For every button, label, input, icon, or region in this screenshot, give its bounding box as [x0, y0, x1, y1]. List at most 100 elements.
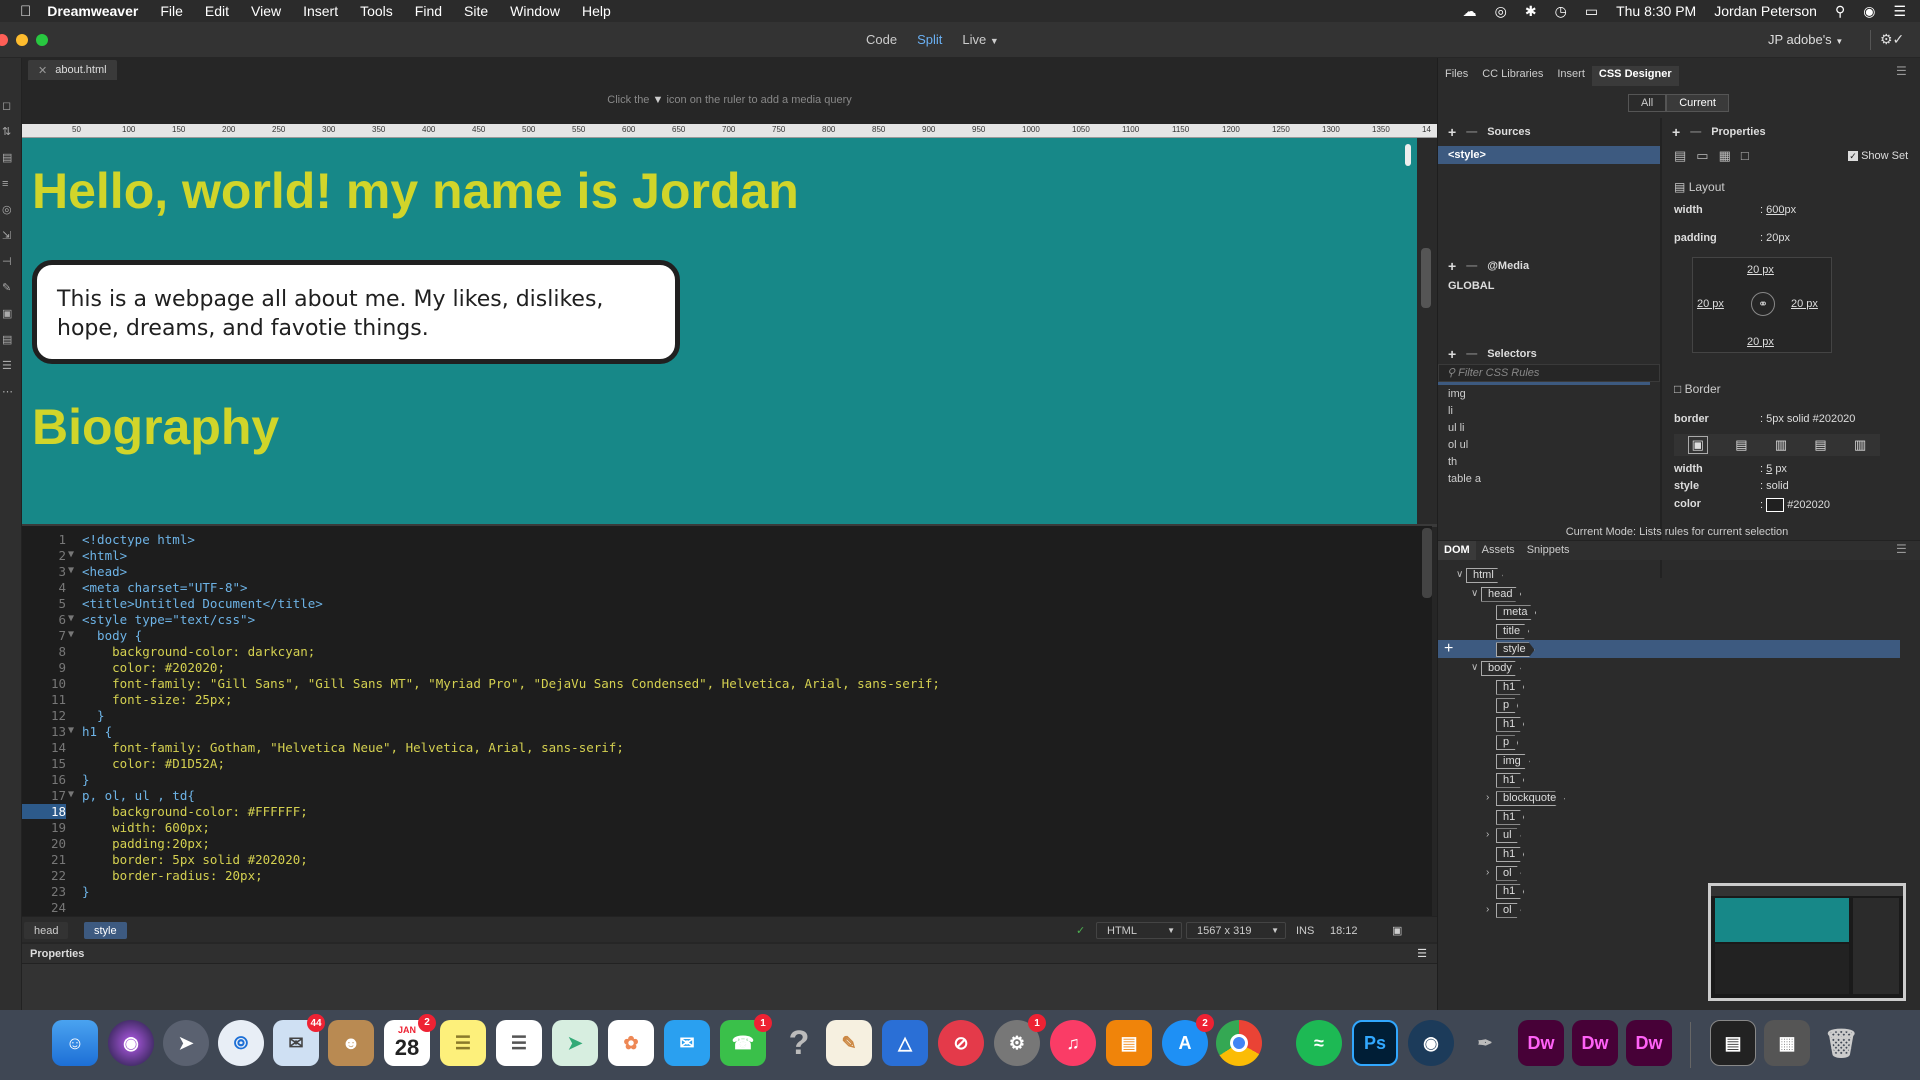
line-number[interactable]: 1	[22, 532, 66, 547]
line-number[interactable]: 15	[22, 756, 66, 771]
dreamweaver-icon-1[interactable]: Dw	[1518, 1020, 1564, 1066]
fold-toggle-icon[interactable]: ▼	[68, 725, 74, 736]
filter-css-input[interactable]: ⚲ Filter CSS Rules	[1438, 364, 1660, 382]
chevron-down-icon[interactable]: ∨	[1471, 588, 1478, 599]
list-icon[interactable]: ☰	[2, 353, 13, 379]
border-value[interactable]: : 5px solid #202020	[1760, 413, 1855, 425]
doc-scroll-thumb[interactable]	[1421, 248, 1431, 308]
layout-category-icon[interactable]: ▤	[1674, 148, 1686, 164]
border-bottom-icon[interactable]: ▤	[1814, 437, 1826, 453]
no-errors-icon[interactable]: ✓	[1066, 922, 1095, 939]
dom-panel-menu-icon[interactable]: ☰	[1896, 542, 1907, 556]
live-scroll-track[interactable]	[1417, 138, 1437, 524]
line-number[interactable]: 20	[22, 836, 66, 851]
dom-node[interactable]: head	[1481, 586, 1522, 602]
properties-panel-header[interactable]: Properties ☰	[22, 944, 1437, 964]
launchpad-icon[interactable]: ➤	[163, 1020, 209, 1066]
dom-node[interactable]: title	[1496, 623, 1530, 639]
line-number[interactable]: 4	[22, 580, 66, 595]
keynote-icon[interactable]: △	[882, 1020, 928, 1066]
add-media-icon[interactable]: +	[1448, 258, 1456, 274]
padding-left[interactable]: 20 px	[1697, 298, 1724, 310]
indent-icon[interactable]: ≡	[2, 171, 13, 197]
code-line[interactable]: }	[82, 884, 90, 899]
chevron-right-icon[interactable]: ›	[1486, 829, 1489, 840]
line-number[interactable]: 21	[22, 852, 66, 867]
dom-node[interactable]: ol	[1496, 902, 1521, 918]
app-store-icon[interactable]: A2	[1162, 1014, 1214, 1066]
line-number[interactable]: 9	[22, 660, 66, 675]
more-tools-icon[interactable]: ⋯	[2, 379, 13, 405]
code-line[interactable]: p, ol, ul , td{	[82, 788, 195, 803]
fold-toggle-icon[interactable]: ▼	[68, 629, 74, 640]
fold-toggle-icon[interactable]: ▼	[68, 613, 74, 624]
padding-bottom[interactable]: 20 px	[1747, 336, 1774, 348]
source-style[interactable]: <style>	[1438, 146, 1660, 164]
line-number[interactable]: 10	[22, 676, 66, 691]
code-line[interactable]: border: 5px solid #202020;	[82, 852, 308, 867]
media-global[interactable]: GLOBAL	[1448, 280, 1494, 292]
border-right-icon[interactable]: ▥	[1775, 437, 1787, 453]
chevron-down-icon[interactable]: ∨	[1471, 662, 1478, 673]
code-line[interactable]: }	[82, 708, 105, 723]
split-view-button[interactable]: Split	[917, 32, 942, 47]
selector-item[interactable]: ul li	[1448, 422, 1465, 434]
safari-icon[interactable]: ⦾	[218, 1020, 264, 1066]
code-line[interactable]: padding:20px;	[82, 836, 210, 851]
file-management-icon[interactable]: ⇅	[2, 119, 13, 145]
dom-node[interactable]: h1	[1496, 847, 1525, 862]
line-number[interactable]: 23	[22, 884, 66, 899]
code-line[interactable]: <style type="text/css">	[82, 612, 255, 627]
width-number[interactable]: 600	[1766, 204, 1784, 216]
border-width-unit[interactable]: px	[1775, 463, 1787, 475]
live-paragraph[interactable]: This is a webpage all about me. My likes…	[32, 260, 680, 364]
border-all-icon[interactable]: ▣	[1687, 436, 1708, 454]
siri-icon[interactable]: ◉	[108, 1020, 154, 1066]
menu-file[interactable]: File	[160, 3, 183, 19]
pen-tool-icon[interactable]: ✒	[1462, 1020, 1508, 1066]
dom-node[interactable]: h1	[1496, 884, 1525, 900]
brush-icon[interactable]: ✎	[2, 275, 13, 301]
chevron-right-icon[interactable]: ›	[1486, 867, 1489, 878]
tab-cc-libraries[interactable]: CC Libraries	[1475, 66, 1550, 86]
creative-cloud-icon[interactable]: ☁	[1463, 3, 1477, 20]
language-select[interactable]: HTML ▼	[1096, 922, 1182, 939]
menu-view[interactable]: View	[251, 3, 281, 19]
line-number[interactable]: 24	[22, 900, 66, 915]
line-number[interactable]: 17	[22, 788, 66, 803]
border-color-value[interactable]: : #202020	[1760, 498, 1830, 512]
code-line[interactable]: <meta charset="UTF-8">	[82, 580, 248, 595]
code-line[interactable]: <!doctype html>	[82, 532, 195, 547]
clock[interactable]: Thu 8:30 PM	[1616, 3, 1696, 19]
system-preferences-icon[interactable]: ⚙ 1	[994, 1014, 1046, 1066]
reminders-icon[interactable]: ☰	[496, 1020, 542, 1066]
code-line[interactable]: color: #D1D52A;	[82, 756, 225, 771]
minimize-window-icon[interactable]	[16, 34, 28, 46]
live-heading-1[interactable]: Hello, world! my name is Jordan	[32, 162, 799, 220]
code-line[interactable]: background-color: #FFFFFF;	[82, 804, 308, 819]
downloads-stack-icon[interactable]: ▦	[1764, 1020, 1810, 1066]
remove-source-icon[interactable]: —	[1466, 126, 1477, 138]
dom-node[interactable]: ol	[1496, 865, 1521, 881]
news-icon[interactable]: ⊘	[938, 1020, 984, 1066]
line-number[interactable]: 7	[22, 628, 66, 643]
code-line[interactable]: background-color: darkcyan;	[82, 644, 315, 659]
close-tab-icon[interactable]: ✕	[38, 64, 47, 77]
proxy-icon[interactable]: ◉	[1408, 1020, 1454, 1066]
dom-node[interactable]: style	[1496, 642, 1535, 658]
fold-toggle-icon[interactable]: ▼	[68, 565, 74, 576]
tag-selector-head[interactable]: head	[24, 922, 69, 939]
dreamweaver-icon-3[interactable]: Dw	[1626, 1020, 1672, 1066]
sync-icon[interactable]: ◎	[1495, 3, 1507, 20]
line-number[interactable]: 14	[22, 740, 66, 755]
calendar-icon[interactable]: JAN 28 2	[384, 1014, 436, 1066]
siri-icon[interactable]: ◉	[1863, 3, 1875, 20]
close-window-icon[interactable]	[0, 34, 8, 46]
menu-help[interactable]: Help	[582, 3, 611, 19]
chrome-icon[interactable]	[1216, 1020, 1262, 1066]
code-line[interactable]: font-family: Gotham, "Helvetica Neue", H…	[82, 740, 624, 755]
selector-item[interactable]: ol ul	[1448, 439, 1468, 451]
menu-app-name[interactable]: Dreamweaver	[47, 3, 138, 19]
live-view-pane[interactable]: Hello, world! my name is Jordan This is …	[22, 138, 1417, 524]
wifi-icon[interactable]: ◷	[1555, 3, 1567, 20]
